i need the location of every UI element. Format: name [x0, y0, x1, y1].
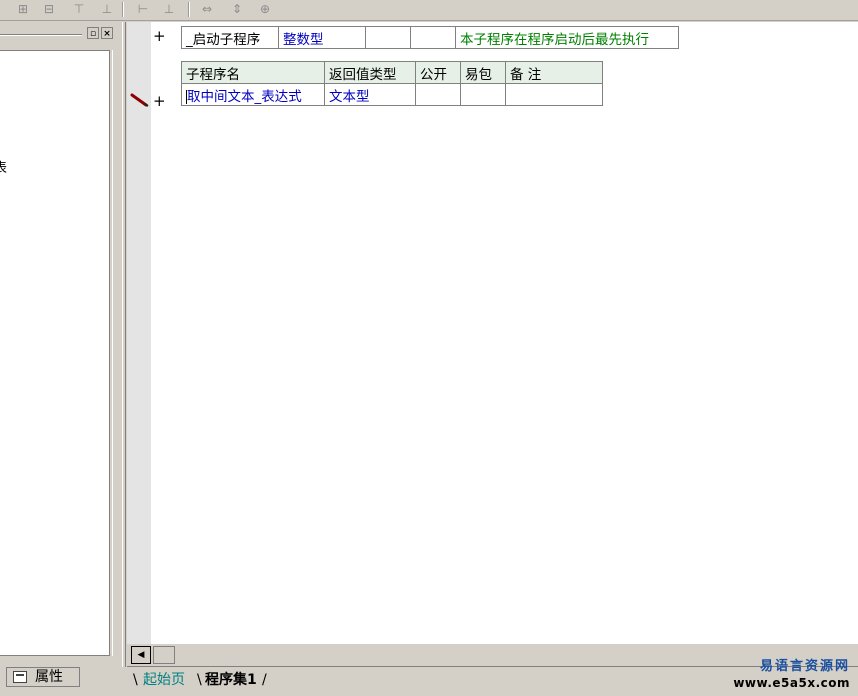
- properties-tab[interactable]: 属性: [6, 667, 80, 687]
- header-public: 公开: [415, 61, 461, 84]
- left-panel-header: ▫ ×: [0, 27, 118, 41]
- note-cell[interactable]: [505, 83, 603, 106]
- align-top-icon[interactable]: ⊤: [70, 1, 88, 18]
- startup-public-cell[interactable]: [365, 26, 411, 49]
- equal-spacing-horizontal-icon[interactable]: ⊢: [134, 1, 152, 18]
- editor-gutter: [127, 22, 151, 644]
- left-panel-tree[interactable]: 表: [0, 50, 110, 656]
- watermark-title: 易语言资源网: [759, 659, 850, 674]
- header-easy-package: 易包: [460, 61, 506, 84]
- header-note: 备 注: [505, 61, 603, 84]
- startup-easy-package-cell[interactable]: [410, 26, 456, 49]
- left-panel-scrollbar[interactable]: [112, 50, 121, 656]
- align-center-icon[interactable]: ⊞: [14, 1, 32, 18]
- panel-splitter[interactable]: [122, 22, 126, 667]
- tab-program-set-1[interactable]: 程序集1: [197, 669, 266, 691]
- properties-tab-label: 属性: [35, 669, 63, 685]
- same-width-icon[interactable]: ⇔: [198, 1, 216, 18]
- properties-icon: [13, 671, 27, 683]
- expand-subroutine-icon[interactable]: +: [153, 92, 166, 110]
- align-middle-icon[interactable]: ⊟: [40, 1, 58, 18]
- table-header-row: 子程序名 返回值类型 公开 易包 备 注: [181, 61, 603, 84]
- tab-start-page[interactable]: 起始页: [133, 669, 185, 691]
- tree-item-partial[interactable]: 表: [0, 157, 7, 176]
- pencil-icon: [130, 93, 149, 107]
- left-panel: ▫ × 表: [0, 22, 122, 662]
- public-cell[interactable]: [415, 83, 461, 106]
- table-row: 取中间文本_表达式 文本型: [181, 83, 603, 106]
- panel-grip: [0, 34, 82, 36]
- close-icon[interactable]: ×: [101, 27, 113, 39]
- easy-package-cell[interactable]: [460, 83, 506, 106]
- table-row: _启动子程序 整数型 本子程序在程序启动后最先执行: [181, 26, 679, 49]
- align-bottom-icon[interactable]: ⊥: [98, 1, 116, 18]
- toolbar-separator: [122, 2, 124, 17]
- same-height-icon[interactable]: ⇕: [228, 1, 246, 18]
- startup-subroutine-table: _启动子程序 整数型 本子程序在程序启动后最先执行: [181, 26, 679, 49]
- header-return-type: 返回值类型: [324, 61, 416, 84]
- subroutine-name-cell[interactable]: 取中间文本_表达式: [181, 83, 325, 106]
- watermark: 易语言资源网 www.e5a5x.com: [733, 659, 850, 691]
- startup-note-cell[interactable]: 本子程序在程序启动后最先执行: [455, 26, 679, 49]
- toolbar-separator: [188, 2, 190, 17]
- scroll-thumb[interactable]: [153, 646, 175, 664]
- startup-return-type-cell[interactable]: 整数型: [278, 26, 366, 49]
- subroutine-table: 子程序名 返回值类型 公开 易包 备 注 取中间文本_表达式 文本型: [181, 61, 603, 106]
- subroutine-name-text: 取中间文本_表达式: [187, 88, 302, 105]
- expand-startup-icon[interactable]: +: [153, 27, 166, 45]
- startup-name-cell[interactable]: _启动子程序: [181, 26, 279, 49]
- equal-spacing-vertical-icon[interactable]: ⊥: [160, 1, 178, 18]
- watermark-url: www.e5a5x.com: [733, 676, 850, 690]
- code-editor[interactable]: + _启动子程序 整数型 本子程序在程序启动后最先执行 子程序名 返回值类型 公…: [127, 22, 858, 644]
- toolbar: ⊞ ⊟ ⊤ ⊥ ⊢ ⊥ ⇔ ⇕ ⊕: [0, 0, 858, 21]
- scroll-left-arrow-icon[interactable]: ◀: [131, 646, 151, 664]
- return-type-cell[interactable]: 文本型: [324, 83, 416, 106]
- same-size-icon[interactable]: ⊕: [256, 1, 274, 18]
- restore-icon[interactable]: ▫: [87, 27, 99, 39]
- header-subroutine-name: 子程序名: [181, 61, 325, 84]
